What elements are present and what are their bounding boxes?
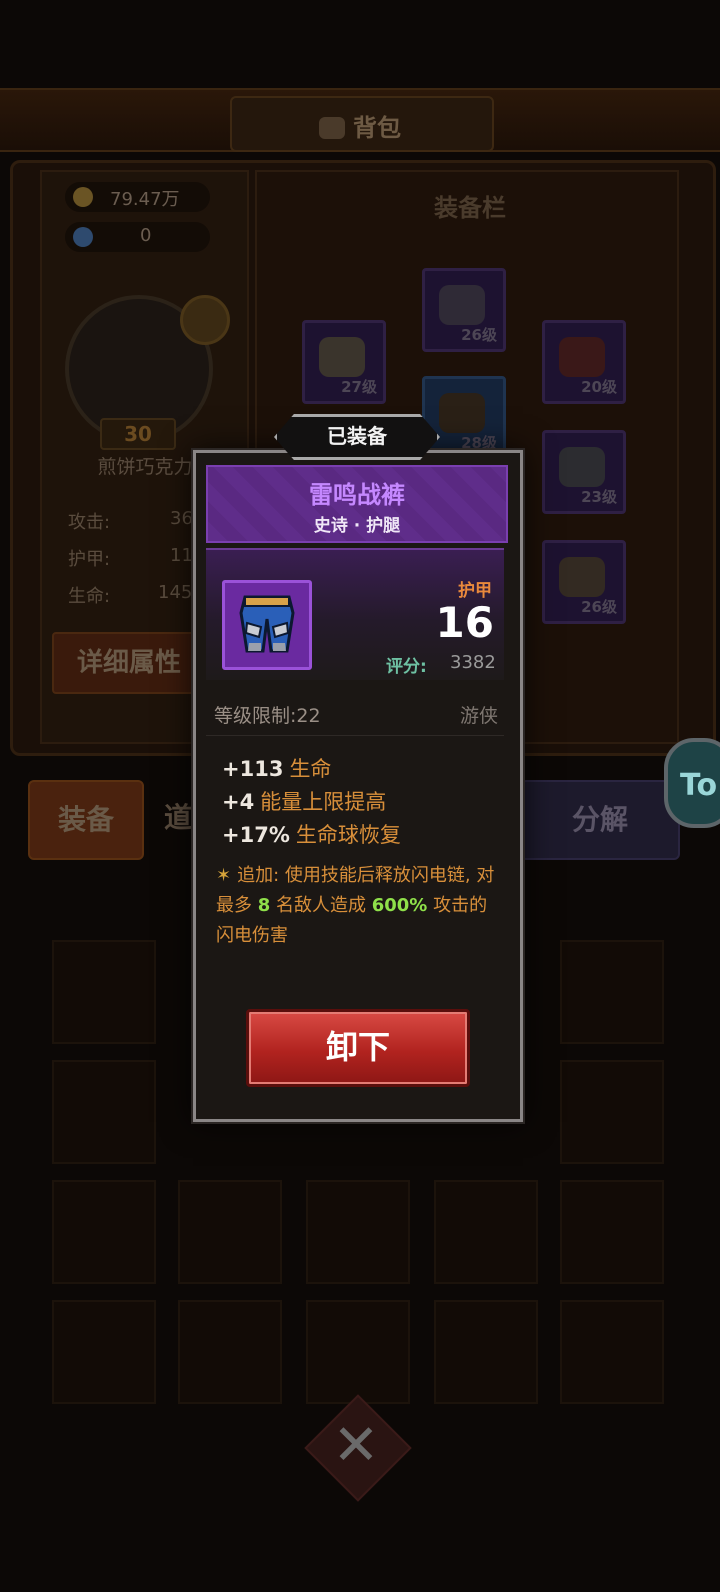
inventory-cell[interactable] <box>306 1300 410 1404</box>
inventory-cell[interactable] <box>52 1300 156 1404</box>
slot-level: 20级 <box>581 378 617 396</box>
level-limit-label: 等级限制: <box>214 705 297 727</box>
armor-icon <box>439 393 485 433</box>
item-icon-frame <box>222 580 312 670</box>
side-floating-badge[interactable]: To <box>664 738 720 828</box>
equip-slot-armor[interactable]: 28级 <box>422 376 506 460</box>
score-label: 评分: <box>386 657 427 677</box>
score-value: 3382 <box>450 652 496 673</box>
inventory-cell[interactable] <box>52 1060 156 1164</box>
player-level-badge: 30 <box>100 418 176 450</box>
stat-label-armor: 护甲: <box>68 549 111 570</box>
stat-value-attack: 36 <box>170 508 193 529</box>
equip-slot-wings[interactable]: 26级 <box>422 268 506 352</box>
page-title-text: 背包 <box>353 114 401 142</box>
equip-slot-gauntlet[interactable]: 26级 <box>542 540 626 624</box>
inventory-cell[interactable] <box>560 940 664 1044</box>
inventory-cell[interactable] <box>434 1180 538 1284</box>
helmet-icon <box>319 337 365 377</box>
slot-level: 26级 <box>581 598 617 616</box>
item-detail-popup: 雷鸣战裤 史诗 · 护腿 护甲 16 评分: 3382 等级限制:22 游侠 +… <box>193 450 523 1122</box>
bonus-percent: 600% <box>371 895 428 916</box>
attribute-row: +113 生命 <box>222 753 331 783</box>
gem-display: 0 <box>65 222 210 252</box>
divider <box>206 735 504 736</box>
page-title: 背包 <box>0 108 720 143</box>
bonus-effect-text: ✶ 追加: 使用技能后释放闪电链, 对最多 8 名敌人造成 600% 攻击的闪电伤… <box>216 861 498 951</box>
equipped-status-tag: 已装备 <box>274 414 440 460</box>
inventory-cell[interactable] <box>52 940 156 1044</box>
leg-armor-icon <box>239 595 295 653</box>
gold-coin-icon <box>73 187 93 207</box>
change-avatar-icon[interactable] <box>180 295 230 345</box>
attribute-name: 生命球恢复 <box>295 823 401 847</box>
inventory-cell[interactable] <box>306 1180 410 1284</box>
class-requirement: 游侠 <box>459 705 498 727</box>
inventory-cell[interactable] <box>434 1300 538 1404</box>
equip-slot-helmet[interactable]: 27级 <box>302 320 386 404</box>
attribute-value: +17% <box>222 823 290 847</box>
item-summary-card: 护甲 16 评分: 3382 <box>206 548 504 680</box>
stat-value-hp: 145 <box>158 582 193 603</box>
slot-level: 27级 <box>341 378 377 396</box>
gold-display: 79.47万 <box>65 182 210 212</box>
item-header: 雷鸣战裤 史诗 · 护腿 <box>206 465 508 543</box>
slot-level: 23级 <box>581 488 617 506</box>
attribute-name: 生命 <box>289 757 332 781</box>
attribute-row: +17% 生命球恢复 <box>222 819 401 849</box>
inventory-cell[interactable] <box>178 1300 282 1404</box>
inventory-cell[interactable] <box>52 1180 156 1284</box>
attribute-row: +4 能量上限提高 <box>222 786 386 816</box>
equip-slot-amulet[interactable]: 20级 <box>542 320 626 404</box>
equip-slot-ring[interactable]: 23级 <box>542 430 626 514</box>
inventory-cell[interactable] <box>560 1060 664 1164</box>
level-limit-value: 22 <box>296 705 321 727</box>
wings-icon <box>439 285 485 325</box>
unequip-button[interactable]: 卸下 <box>246 1009 470 1087</box>
equipment-bar-title: 装备栏 <box>434 194 506 222</box>
attribute-value: +113 <box>222 757 284 781</box>
gauntlet-icon <box>559 557 605 597</box>
gem-amount: 0 <box>140 225 152 246</box>
stat-label-hp: 生命: <box>68 586 111 607</box>
item-rarity-type: 史诗 · 护腿 <box>313 516 401 536</box>
bonus-middle: 名敌人造成 <box>276 895 366 916</box>
attribute-name: 能量上限提高 <box>260 790 387 814</box>
backpack-icon <box>319 117 345 139</box>
tab-equipment[interactable]: 装备 <box>28 780 144 860</box>
inventory-cell[interactable] <box>178 1180 282 1284</box>
main-stat-value: 16 <box>435 598 494 647</box>
bonus-target-count: 8 <box>257 895 271 916</box>
level-requirement: 等级限制:22 <box>214 701 321 728</box>
close-icon[interactable]: ✕ <box>320 1410 392 1482</box>
item-name: 雷鸣战裤 <box>309 481 405 509</box>
stat-value-armor: 11 <box>170 545 193 566</box>
ring-icon <box>559 447 605 487</box>
amulet-icon <box>559 337 605 377</box>
gold-amount: 79.47万 <box>110 189 180 210</box>
inventory-cell[interactable] <box>560 1300 664 1404</box>
stat-label-attack: 攻击: <box>68 512 111 533</box>
attribute-value: +4 <box>222 790 255 814</box>
detail-attributes-button[interactable]: 详细属性 <box>52 632 206 694</box>
gem-icon <box>73 227 93 247</box>
inventory-cell[interactable] <box>560 1180 664 1284</box>
slot-level: 26级 <box>461 326 497 344</box>
star-icon: ✶ <box>216 865 232 886</box>
decompose-button[interactable]: 分解 <box>520 780 680 860</box>
